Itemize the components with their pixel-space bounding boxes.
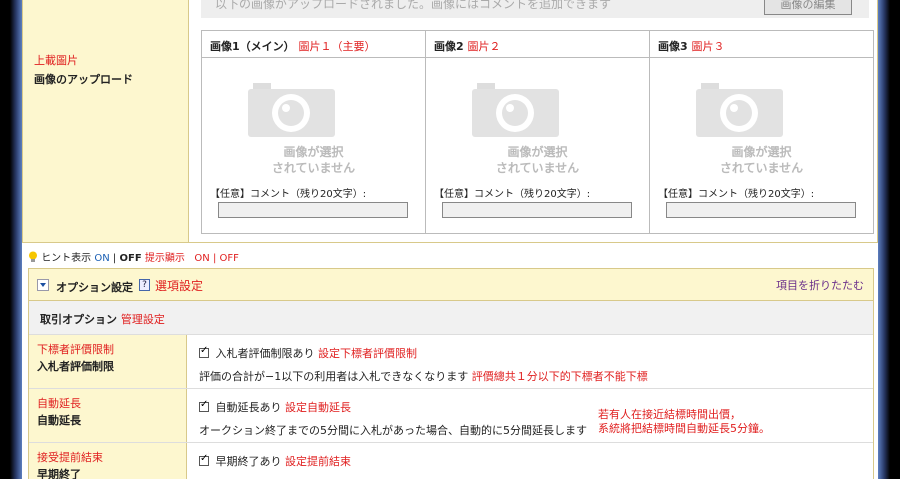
- option-row-early-end: 接受提前結束 早期終了 早期終了あり 設定提前結束: [29, 443, 873, 479]
- no-image-text: 画像が選択 されていません: [426, 144, 649, 176]
- image-slot-title-zh: 圖片１（主要）: [298, 40, 376, 53]
- option-label-zh: 自動延長: [37, 397, 81, 410]
- checkbox-label-zh: 設定提前結束: [285, 455, 351, 468]
- image-slot-title: 画像1（メイン）: [210, 40, 295, 53]
- option-description: 評価の合計が−1以下の利用者は入札できなくなります: [199, 370, 469, 383]
- image-upload-label: 上載圖片 画像のアップロード: [23, 0, 189, 242]
- upload-notice: 以下の画像がアップロードされました。画像にはコメントを追加できます 画像の編集: [201, 0, 869, 18]
- comment-input-1[interactable]: [218, 202, 408, 218]
- image-upload-label-ja: 画像のアップロード: [34, 73, 133, 86]
- no-image-line-1: 画像が選択: [507, 145, 568, 159]
- hint-label-zh: 提示顯示: [144, 253, 185, 264]
- checkbox-label-zh: 設定自動延長: [285, 401, 351, 414]
- option-description-zh: 評價總共１分以下的下標者不能下標: [471, 370, 648, 383]
- option-label-zh: 接受提前結束: [37, 451, 103, 464]
- no-image-line-2: されていません: [271, 161, 356, 175]
- camera-placeholder-icon: [472, 83, 559, 137]
- option-row-bidder-rating: 下標者評價限制 入札者評価制限 入札者評価制限あり 設定下標者評價限制 評価の合…: [29, 335, 873, 389]
- image-slot-title: 画像3: [658, 40, 688, 53]
- option-description: オークション終了までの5分間に入札があった場合、自動的に5分間延長します: [199, 424, 587, 437]
- no-image-line-1: 画像が選択: [283, 145, 344, 159]
- options-title: オプション設定: [56, 281, 133, 294]
- checkbox-label-zh: 設定下標者評價限制: [318, 347, 417, 360]
- window-frame-right: [878, 0, 900, 479]
- image-slot-header: 画像3 圖片３: [650, 31, 873, 58]
- option-label: 接受提前結束 早期終了: [29, 443, 187, 479]
- image-slot-1[interactable]: 画像1（メイン） 圖片１（主要） 画像が選択 されていません 【任意】コメント（…: [202, 31, 426, 233]
- help-icon[interactable]: ?: [139, 279, 150, 291]
- lightbulb-icon: [29, 251, 37, 262]
- option-label: 下標者評價限制 入札者評価制限: [29, 335, 187, 388]
- no-image-text: 画像が選択 されていません: [202, 144, 425, 176]
- option-label-ja: 自動延長: [37, 414, 81, 427]
- image-slots: 画像1（メイン） 圖片１（主要） 画像が選択 されていません 【任意】コメント（…: [201, 30, 874, 234]
- hint-on-zh: ON: [194, 253, 210, 264]
- hint-toggle-bar: ヒント表示 ON | OFF 提示顯示 ON | OFF: [28, 249, 239, 264]
- comment-label: 【任意】コメント（残り20文字）:: [210, 189, 367, 200]
- early-end-checkbox[interactable]: [199, 453, 209, 466]
- no-image-line-2: されていません: [719, 161, 804, 175]
- trade-options-title: 取引オプション: [40, 313, 117, 326]
- hint-off-zh: OFF: [219, 253, 239, 264]
- options-header: オプション設定 ? 選項設定 項目を折りたたむ: [29, 269, 873, 301]
- options-title-zh: 選項設定: [155, 279, 204, 293]
- camera-placeholder-icon: [696, 83, 783, 137]
- option-label: 自動延長 自動延長: [29, 389, 187, 442]
- options-panel: オプション設定 ? 選項設定 項目を折りたたむ 取引オプション 管理設定 下標者…: [28, 268, 874, 479]
- option-body: 入札者評価制限あり 設定下標者評價限制 評価の合計が−1以下の利用者は入札できな…: [199, 345, 648, 384]
- comment-input-3[interactable]: [666, 202, 856, 218]
- option-label-ja: 入札者評価制限: [37, 360, 114, 373]
- window-frame-left: [0, 0, 22, 479]
- checkbox-label: 入札者評価制限あり: [215, 347, 315, 360]
- auto-extend-checkbox[interactable]: [199, 399, 209, 412]
- collapse-arrow-icon[interactable]: [37, 279, 49, 291]
- no-image-line-2: されていません: [495, 161, 580, 175]
- comment-label: 【任意】コメント（残り20文字）:: [658, 189, 815, 200]
- bidder-rating-checkbox[interactable]: [199, 345, 209, 358]
- hint-off-link[interactable]: OFF: [119, 253, 141, 264]
- image-slot-header: 画像2 圖片２: [426, 31, 649, 58]
- checkbox-label: 自動延長あり: [215, 401, 282, 414]
- trade-options-header: 取引オプション 管理設定: [29, 301, 873, 335]
- image-slot-2[interactable]: 画像2 圖片２ 画像が選択 されていません 【任意】コメント（残り20文字）:: [426, 31, 650, 233]
- hint-label: ヒント表示: [41, 253, 92, 264]
- no-image-line-1: 画像が選択: [731, 145, 792, 159]
- image-slot-title-zh: 圖片３: [691, 40, 725, 53]
- edit-images-button[interactable]: 画像の編集: [764, 0, 852, 15]
- camera-placeholder-icon: [248, 83, 335, 137]
- comment-label: 【任意】コメント（残り20文字）:: [434, 189, 591, 200]
- option-body: 早期終了あり 設定提前結束: [199, 453, 351, 469]
- note-line-2: 系統將把結標時間自動延長5分鐘。: [598, 422, 770, 435]
- hint-separator-zh: |: [212, 253, 217, 264]
- hint-separator: |: [112, 253, 117, 264]
- option-label-zh: 下標者評價限制: [37, 343, 114, 356]
- option-body: 自動延長あり 設定自動延長 オークション終了までの5分間に入札があった場合、自動…: [199, 399, 587, 438]
- image-upload-row: 上載圖片 画像のアップロード 以下の画像がアップロードされました。画像にはコメン…: [22, 0, 878, 243]
- hint-on-link[interactable]: ON: [94, 253, 109, 264]
- note-line-1: 若有人在接近結標時間出價，: [598, 408, 741, 421]
- option-label-ja: 早期終了: [37, 468, 81, 479]
- page: 上載圖片 画像のアップロード 以下の画像がアップロードされました。画像にはコメン…: [22, 0, 878, 479]
- upload-notice-text: 以下の画像がアップロードされました。画像にはコメントを追加できます: [215, 0, 612, 11]
- image-slot-title-zh: 圖片２: [467, 40, 501, 53]
- image-upload-label-zh: 上載圖片: [34, 54, 78, 67]
- image-slot-title: 画像2: [434, 40, 464, 53]
- option-row-auto-extend: 自動延長 自動延長 自動延長あり 設定自動延長 オークション終了までの5分間に入…: [29, 389, 873, 443]
- no-image-text: 画像が選択 されていません: [650, 144, 873, 176]
- checkbox-label: 早期終了あり: [215, 455, 282, 468]
- collapse-items-link[interactable]: 項目を折りたたむ: [776, 277, 864, 293]
- image-slot-header: 画像1（メイン） 圖片１（主要）: [202, 31, 425, 58]
- comment-input-2[interactable]: [442, 202, 632, 218]
- image-slot-3[interactable]: 画像3 圖片３ 画像が選択 されていません 【任意】コメント（残り20文字）:: [650, 31, 873, 233]
- trade-options-title-zh: 管理設定: [120, 313, 165, 326]
- auto-extend-note-zh: 若有人在接近結標時間出價， 系統將把結標時間自動延長5分鐘。: [598, 408, 770, 436]
